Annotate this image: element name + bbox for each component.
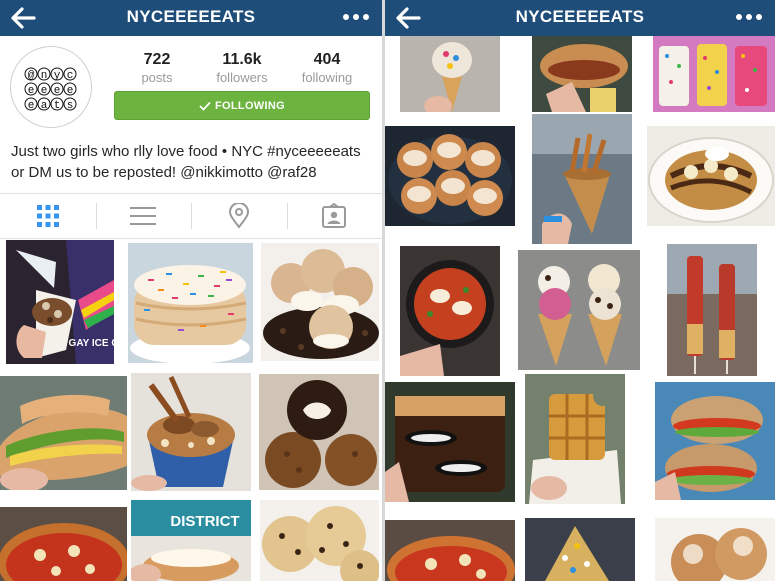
photo-cream-puffs[interactable] (261, 243, 379, 361)
photo-powdered-donuts[interactable] (655, 518, 775, 581)
avatar-logo: @ n y c eeee eats (24, 67, 77, 112)
posts-count: 722 (143, 51, 171, 68)
photo-bitten-waffle[interactable] (525, 374, 625, 504)
profile-title: NYCEEEEEATS (126, 7, 256, 26)
photo-pretzel-ice-cream[interactable] (131, 373, 251, 491)
photo-pizza[interactable] (0, 507, 127, 581)
followers-count: 11.6k (222, 51, 262, 68)
followers-stat[interactable]: 11.6k followers (197, 50, 287, 85)
following-button[interactable]: FOLLOWING (114, 91, 370, 120)
tab-list[interactable] (95, 194, 192, 238)
svg-text:e: e (54, 85, 61, 97)
svg-text:t: t (54, 100, 61, 112)
svg-text:@: @ (28, 70, 35, 82)
following-label: following (301, 70, 353, 85)
tagged-person-icon (322, 203, 347, 228)
more-options-icon[interactable] (733, 4, 765, 32)
photo-funfetti-pancakes[interactable] (128, 243, 253, 363)
photo-stuffed-sandwich[interactable] (0, 376, 127, 490)
profile-screen: NYCEEEEEATS @ n y c eeee eats 722 posts 11.… (0, 0, 382, 581)
following-button-label: FOLLOWING (215, 99, 285, 112)
svg-text:e: e (41, 85, 48, 97)
photo-fried-oreo-balls[interactable] (259, 374, 379, 490)
feed-screen: NYCEEEEEATS (385, 0, 775, 581)
feed-title: NYCEEEEEATS (515, 7, 645, 26)
profile-tabbar (0, 193, 382, 239)
followers-label: followers (216, 70, 268, 85)
following-count: 404 (313, 51, 341, 68)
photo-cinnamon-buns[interactable] (385, 126, 515, 226)
photo-cookie-dough[interactable] (260, 500, 379, 581)
photo-sandwich-roll[interactable] (532, 36, 632, 112)
photo-cereal-cone[interactable] (400, 36, 500, 112)
posts-label: posts (141, 70, 173, 85)
list-icon (130, 207, 157, 225)
svg-text:s: s (67, 100, 74, 112)
photo-banana-waffle[interactable] (647, 126, 775, 226)
avatar[interactable]: @ n y c eeee eats (10, 46, 92, 128)
photo-two-ice-cream-cones[interactable] (518, 250, 640, 370)
photo-sprinkle-bars[interactable] (653, 36, 775, 112)
tab-location[interactable] (191, 194, 287, 238)
location-pin-icon (228, 203, 249, 229)
svg-text:e: e (28, 100, 35, 112)
profile-navbar: NYCEEEEEATS (0, 0, 382, 36)
following-stat[interactable]: 404 following (282, 50, 372, 85)
photo-pizza-slice[interactable] (385, 520, 515, 581)
svg-text:e: e (67, 85, 74, 97)
checkmark-icon (199, 101, 211, 111)
svg-text:y: y (54, 70, 61, 82)
photo-waffle-skewers[interactable] (667, 244, 757, 376)
svg-text:a: a (41, 100, 48, 112)
tab-tagged[interactable] (286, 194, 383, 238)
svg-text:e: e (28, 85, 35, 97)
photo-shakshuka[interactable] (400, 246, 500, 376)
photo-blt-bagels[interactable] (655, 382, 775, 500)
tab-grid[interactable] (0, 194, 96, 238)
svg-text:c: c (67, 70, 74, 82)
photo-churro-fries-cone[interactable] (532, 114, 632, 244)
posts-stat[interactable]: 722 posts (112, 50, 202, 85)
grid-icon (36, 205, 59, 227)
more-options-icon[interactable] (340, 4, 372, 32)
svg-text:n: n (41, 70, 48, 82)
photo-district-sandwich[interactable]: DISTRICT (131, 500, 251, 581)
feed-navbar: NYCEEEEEATS (385, 0, 775, 36)
photo-ice-cream-cone[interactable]: BIG GAY ICE CREAM (6, 240, 114, 364)
profile-bio: Just two girls who rlly love food • NYC … (11, 143, 361, 181)
photo-sugared-donut[interactable] (525, 518, 635, 581)
photo-oreo-brownies[interactable] (385, 382, 515, 502)
district-sign-text: DISTRICT (170, 513, 239, 530)
